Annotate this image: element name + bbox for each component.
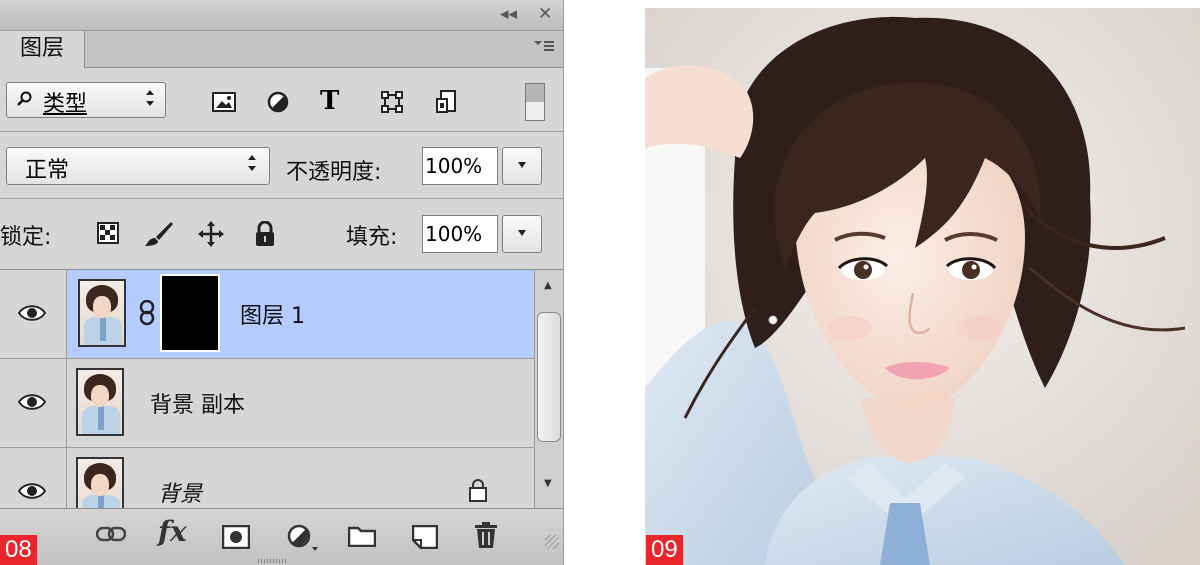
- adjustment-filter-icon[interactable]: [266, 90, 290, 114]
- layer-row-layer-1[interactable]: 图层 1: [0, 270, 534, 359]
- fill-label: 填充:: [346, 225, 398, 250]
- opacity-label: 不透明度:: [286, 160, 382, 185]
- image-filter-icon[interactable]: [212, 90, 236, 114]
- layer-row-background-copy[interactable]: 背景 副本: [0, 359, 534, 448]
- type-filter-icon[interactable]: T: [320, 86, 344, 116]
- scroll-up-icon[interactable]: ▲: [544, 280, 552, 291]
- visibility-cell[interactable]: [0, 359, 67, 447]
- filter-kind-label: 类型: [43, 92, 88, 117]
- layer-list-scrollbar[interactable]: ▲ ▼: [534, 270, 563, 508]
- tab-layers[interactable]: 图层: [0, 31, 85, 68]
- visibility-cell[interactable]: [0, 270, 67, 358]
- lock-row: 锁定: 填充: 100%: [0, 199, 563, 270]
- search-icon: [17, 91, 33, 111]
- layers-bottom-toolbar: fx: [0, 508, 563, 565]
- blend-mode-select[interactable]: 正常: [6, 147, 270, 185]
- layer-name[interactable]: 背景 副本: [150, 387, 245, 419]
- step-badge-right: 09: [646, 535, 683, 565]
- lock-position-icon[interactable]: [198, 221, 224, 251]
- lock-image-pixels-icon[interactable]: [144, 221, 174, 251]
- fill-slider-button[interactable]: [502, 215, 542, 253]
- eye-icon[interactable]: [18, 304, 46, 322]
- scroll-down-icon[interactable]: ▼: [544, 478, 552, 489]
- filter-kind-select[interactable]: 类型: [6, 82, 166, 118]
- fill-input[interactable]: 100%: [422, 215, 498, 253]
- step-badge-left: 08: [0, 535, 37, 565]
- shape-filter-icon[interactable]: [380, 90, 404, 114]
- close-panel-button[interactable]: ✕: [538, 4, 552, 24]
- chevron-down-icon: [518, 230, 526, 236]
- mask-link-icon[interactable]: [138, 299, 156, 332]
- layer-mask-thumbnail[interactable]: [160, 274, 220, 352]
- result-photo: 09: [645, 8, 1200, 565]
- adjustment-layer-icon[interactable]: [286, 523, 320, 557]
- blend-mode-value: 正常: [25, 158, 70, 183]
- new-group-icon[interactable]: [347, 525, 377, 551]
- eye-icon[interactable]: [18, 482, 46, 500]
- layer-thumbnail[interactable]: [76, 368, 124, 436]
- opacity-slider-button[interactable]: [502, 147, 542, 185]
- link-layers-icon[interactable]: [95, 525, 127, 547]
- fx-icon[interactable]: fx: [158, 515, 187, 548]
- add-mask-icon[interactable]: [221, 524, 251, 553]
- spinner-arrows-icon: [145, 89, 155, 111]
- layer-filter-row: 类型 T: [0, 68, 563, 132]
- layer-row-background[interactable]: 背景: [0, 448, 534, 508]
- scrollbar-thumb[interactable]: [537, 312, 561, 442]
- blend-row: 正常 不透明度: 100%: [0, 132, 563, 199]
- panel-resize-corner[interactable]: [545, 535, 559, 549]
- panel-title-bar: ◂◂ ✕: [0, 0, 563, 31]
- spinner-arrows-icon: [247, 154, 257, 176]
- portrait-illustration: [645, 8, 1200, 565]
- lock-label: 锁定:: [0, 225, 52, 250]
- delete-layer-icon[interactable]: [474, 521, 498, 553]
- visibility-cell[interactable]: [0, 448, 67, 508]
- chevron-down-icon: [518, 162, 526, 168]
- opacity-input[interactable]: 100%: [422, 147, 498, 185]
- new-layer-icon[interactable]: [411, 524, 439, 553]
- panel-menu-icon[interactable]: [533, 39, 555, 57]
- lock-all-icon[interactable]: [254, 220, 276, 251]
- eye-icon[interactable]: [18, 393, 46, 411]
- panel-resize-grip[interactable]: [258, 559, 288, 563]
- smart-object-filter-icon[interactable]: [436, 90, 460, 114]
- collapse-panel-button[interactable]: ◂◂: [500, 4, 517, 24]
- layer-thumbnail[interactable]: [76, 457, 124, 508]
- layer-name[interactable]: 图层 1: [240, 298, 305, 330]
- layer-name[interactable]: 背景: [158, 476, 202, 508]
- filter-toggle-switch[interactable]: [525, 83, 545, 121]
- layer-list: 图层 1 背景 副本 背景: [0, 270, 534, 508]
- layer-thumbnail[interactable]: [78, 279, 126, 347]
- lock-icon: [468, 478, 488, 506]
- panel-tab-row: 图层: [0, 31, 563, 68]
- layers-panel: ◂◂ ✕ 图层 类型 T 正常 不透明度: 100% 锁定: 填充: 100% …: [0, 0, 564, 565]
- lock-transparent-pixels-icon[interactable]: [96, 221, 120, 249]
